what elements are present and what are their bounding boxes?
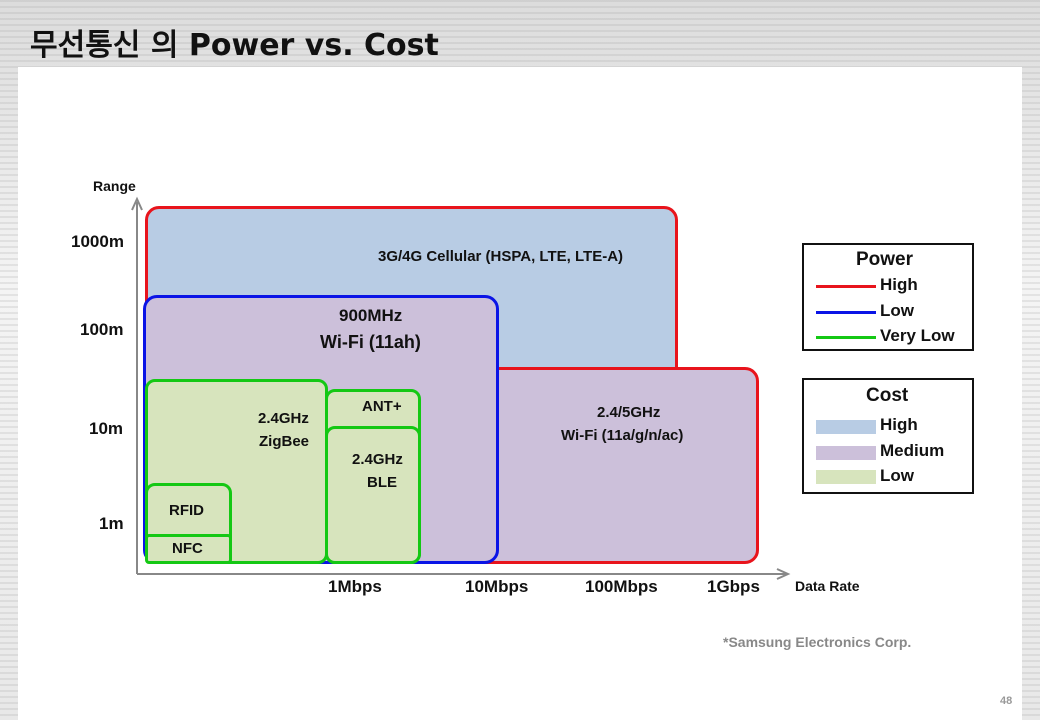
x-tick-1gbps: 1Gbps <box>707 577 760 596</box>
cost-low-swatch <box>816 470 876 484</box>
y-tick-100m: 100m <box>80 320 124 339</box>
cost-high-swatch <box>816 420 876 434</box>
x-axis-label: Data Rate <box>795 578 860 594</box>
zigbee-label-line2: ZigBee <box>259 433 310 450</box>
nfc-label: NFC <box>172 540 203 557</box>
footnote-source: *Samsung Electronics Corp. <box>723 634 912 650</box>
ble-label-line1: 2.4GHz <box>352 451 403 468</box>
cost-low-label: Low <box>880 466 914 485</box>
zigbee-label-line1: 2.4GHz <box>258 410 309 427</box>
cost-legend-title: Cost <box>866 385 909 406</box>
cellular-label: 3G/4G Cellular (HSPA, LTE, LTE-A) <box>378 248 624 265</box>
y-tick-1m: 1m <box>99 514 124 533</box>
axes <box>131 196 791 580</box>
wifi-ah-label-line2: Wi-Fi (11ah) <box>320 332 421 352</box>
cost-medium-swatch <box>816 446 876 460</box>
cost-legend: Cost High Medium Low <box>802 378 974 494</box>
power-high-label: High <box>880 275 918 294</box>
cost-high-label: High <box>880 415 918 434</box>
page-number: 48 <box>1000 695 1013 707</box>
wifi-ac-label-line1: 2.4/5GHz <box>597 404 661 421</box>
wifi-ac-label-line2: Wi-Fi (11a/g/n/ac) <box>561 427 684 444</box>
y-tick-1000m: 1000m <box>71 232 124 251</box>
ant-label: ANT+ <box>362 398 402 415</box>
power-legend: Power High Low Very Low <box>802 243 974 351</box>
x-tick-10mbps: 10Mbps <box>465 577 529 596</box>
wifi-ah-label-line1: 900MHz <box>339 306 403 325</box>
power-very-low-line <box>816 336 876 339</box>
y-tick-10m: 10m <box>89 419 124 438</box>
ble-label-line2: BLE <box>367 474 397 491</box>
y-axis-label: Range <box>93 178 136 194</box>
rfid-label: RFID <box>169 502 204 519</box>
x-tick-100mbps: 100Mbps <box>585 577 658 596</box>
power-low-line <box>816 311 876 314</box>
power-high-line <box>816 285 876 288</box>
power-low-label: Low <box>880 301 914 320</box>
power-very-low-label: Very Low <box>880 326 955 345</box>
cost-medium-label: Medium <box>880 441 945 460</box>
x-tick-1mbps: 1Mbps <box>328 577 382 596</box>
power-legend-title: Power <box>856 249 914 270</box>
